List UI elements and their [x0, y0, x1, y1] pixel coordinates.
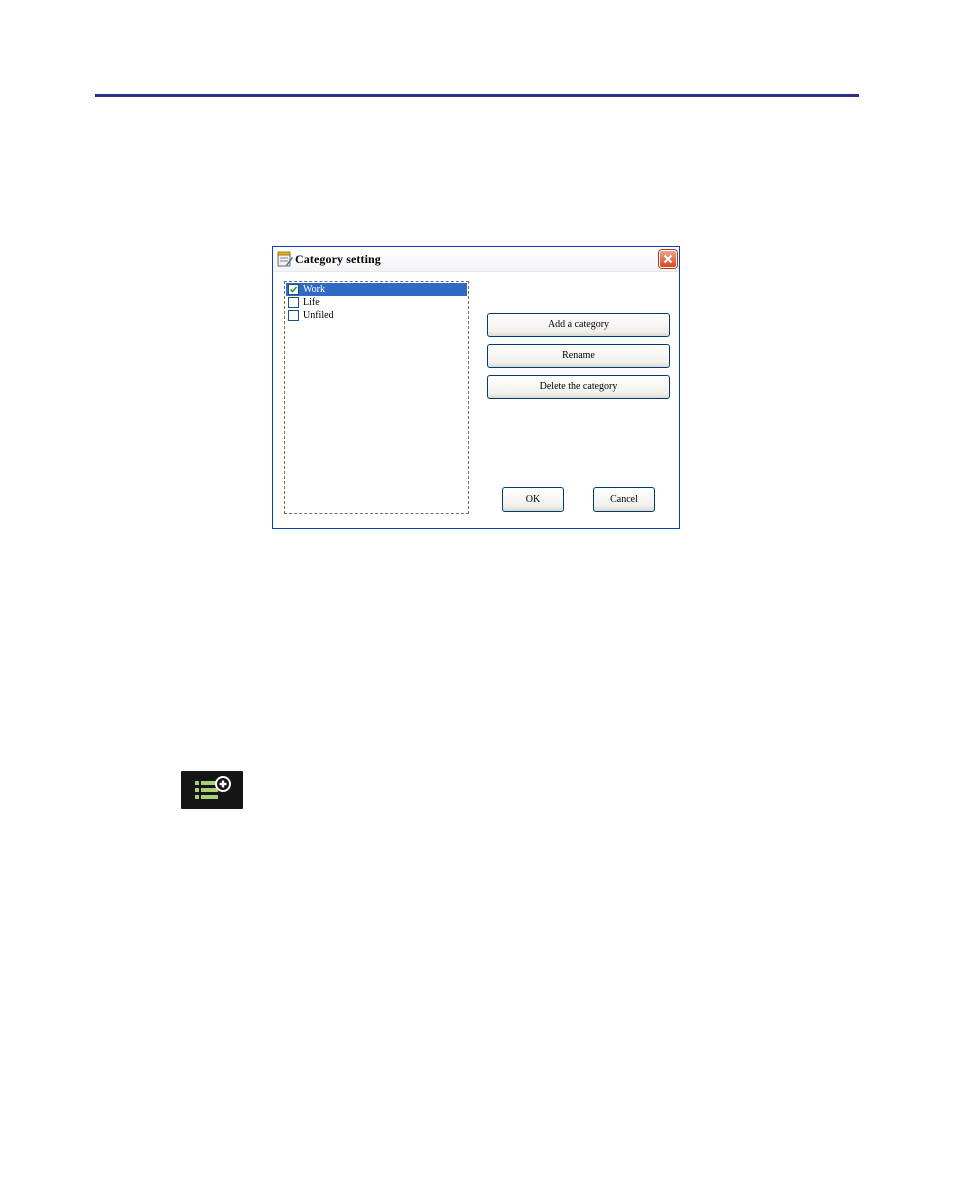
close-button[interactable] — [659, 250, 677, 268]
notepad-icon — [277, 251, 293, 267]
delete-category-button[interactable]: Delete the category — [487, 375, 670, 399]
category-label: Unfiled — [303, 310, 334, 321]
add-category-button[interactable]: Add a category — [487, 313, 670, 337]
category-item-life[interactable]: Life — [286, 296, 467, 309]
page-header-rule — [95, 94, 859, 97]
category-label: Life — [303, 297, 320, 308]
category-item-unfiled[interactable]: Unfiled — [286, 309, 467, 322]
ok-button[interactable]: OK — [502, 487, 564, 512]
dialog-title: Category setting — [295, 252, 381, 266]
category-list[interactable]: Work Life Unfiled — [284, 281, 469, 514]
category-setting-dialog: Category setting Work Life Unfiled Add a… — [272, 246, 680, 529]
category-item-work[interactable]: Work — [286, 283, 467, 296]
category-checkbox-work[interactable] — [288, 284, 299, 295]
category-checkbox-life[interactable] — [288, 297, 299, 308]
dialog-titlebar[interactable]: Category setting — [273, 247, 679, 272]
rename-button[interactable]: Rename — [487, 344, 670, 368]
cancel-button[interactable]: Cancel — [593, 487, 655, 512]
category-label: Work — [303, 284, 325, 295]
category-checkbox-unfiled[interactable] — [288, 310, 299, 321]
add-category-icon[interactable] — [181, 771, 243, 809]
